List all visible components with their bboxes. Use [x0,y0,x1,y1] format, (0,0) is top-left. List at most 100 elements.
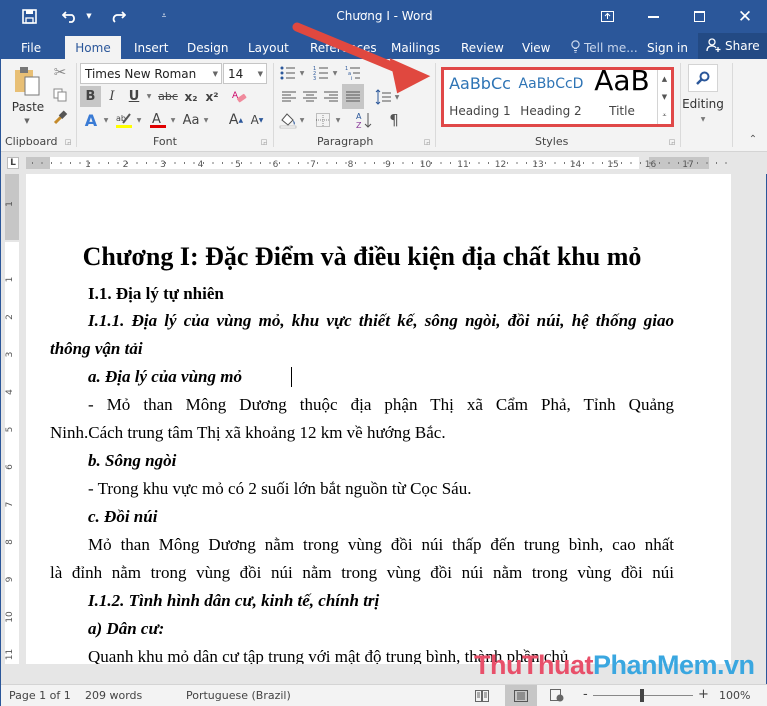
shrink-font-button[interactable]: A ▼ [248,109,266,131]
tab-design[interactable]: Design [177,36,238,59]
superscript-button[interactable]: x² [203,86,221,107]
line-spacing-icon[interactable] [374,87,392,107]
font-size-combo[interactable]: 14 ▼ [223,63,267,84]
text-effects-dropdown-icon[interactable]: ▼ [102,109,110,131]
gallery-scroll-down-icon[interactable]: ▼ [657,88,671,106]
change-case-dropdown-icon[interactable]: ▼ [202,109,210,131]
font-color-icon[interactable]: A [148,109,168,131]
align-center-icon[interactable] [301,87,319,107]
zoom-out-button[interactable]: - [583,687,588,702]
borders-icon[interactable] [313,110,333,130]
align-right-icon[interactable] [322,87,340,107]
editing-dropdown-icon[interactable]: ▼ [698,114,708,124]
cut-icon[interactable]: ✂ [51,63,69,81]
share-button[interactable]: Share [698,33,767,59]
styles-launcher-icon[interactable]: ◲ [667,137,677,147]
minimize-icon[interactable] [630,0,676,33]
numbering-icon[interactable]: 123 [311,63,331,83]
language-indicator[interactable]: Portuguese (Brazil) [186,689,291,702]
gallery-scroll-up-icon[interactable]: ▲ [657,70,671,88]
copy-icon[interactable] [51,86,69,104]
align-left-icon[interactable] [280,87,298,107]
ribbon-display-options-icon[interactable] [584,0,630,33]
underline-dropdown-icon[interactable]: ▼ [144,86,154,107]
ruler-tick [526,162,527,164]
shading-icon[interactable] [278,110,298,130]
web-layout-icon[interactable] [548,687,566,704]
tab-selector-icon[interactable]: L [7,157,19,169]
customize-qat-icon[interactable]: ⩡ [157,5,171,27]
horizontal-ruler[interactable]: 1 2 3 4 5 6 7 8 9 10 11 12 13 14 15 16 17 [26,157,746,173]
borders-dropdown-icon[interactable]: ▼ [334,110,342,130]
collapse-ribbon-icon[interactable]: ⌃ [746,133,760,145]
change-case-button[interactable]: Aa [181,109,201,131]
italic-button[interactable]: I [103,86,121,107]
format-painter-icon[interactable] [51,108,69,126]
shading-dropdown-icon[interactable]: ▼ [298,110,306,130]
paste-button[interactable]: Paste [11,100,45,114]
zoom-level[interactable]: 100% [719,689,750,702]
clear-formatting-icon[interactable]: A [229,86,249,107]
style-heading-1[interactable]: AaBbCc Heading 1 [446,70,514,124]
document-line: là đỉnh nằm trong vùng đồi núi nằm trong… [50,563,674,582]
multilevel-list-icon[interactable]: 1ai [343,63,363,83]
tab-layout[interactable]: Layout [238,36,299,59]
underline-button[interactable]: U [125,86,143,107]
clipboard-launcher-icon[interactable]: ◲ [63,137,73,147]
gallery-more-icon[interactable]: ⩡ [657,106,671,124]
ruler-tick [184,162,185,164]
tab-home[interactable]: Home [65,36,121,59]
tab-file[interactable]: File [11,36,51,59]
paste-icon[interactable] [11,63,45,99]
bullets-icon[interactable] [278,63,298,83]
word-count[interactable]: 209 words [85,689,142,702]
paragraph-launcher-icon[interactable]: ◲ [422,137,432,147]
justify-icon[interactable] [342,84,364,109]
tab-mailings[interactable]: Mailings [381,36,450,59]
font-name-combo[interactable]: Times New Roman ▼ [80,63,222,84]
zoom-slider-thumb[interactable] [640,689,644,702]
grow-font-button[interactable]: A ▲ [227,109,245,131]
font-group-label: Font [153,135,177,148]
bullets-dropdown-icon[interactable]: ▼ [298,63,306,83]
undo-dropdown-icon[interactable]: ▼ [83,5,95,27]
print-layout-icon[interactable] [505,685,537,706]
text-effects-icon[interactable]: A [81,109,101,131]
highlight-color-icon[interactable]: ab [114,109,134,131]
numbering-dropdown-icon[interactable]: ▼ [331,63,339,83]
style-title[interactable]: AaB Title [588,64,656,124]
ruler-tick-label: 7 [5,502,15,508]
editing-button[interactable]: Editing [682,97,724,111]
page-count[interactable]: Page 1 of 1 [9,689,71,702]
strikethrough-button[interactable]: abc [157,86,179,107]
redo-icon[interactable] [107,5,129,27]
paste-dropdown-icon[interactable]: ▼ [20,116,34,126]
style-heading-2[interactable]: AaBbCcD Heading 2 [516,70,586,124]
show-formatting-marks-icon[interactable]: ¶ [385,110,403,130]
font-launcher-icon[interactable]: ◲ [259,137,269,147]
maximize-icon[interactable] [676,0,722,33]
save-icon[interactable] [17,5,41,27]
tab-view[interactable]: View [512,36,560,59]
tell-me-box[interactable]: Tell me... [561,36,648,59]
line-spacing-dropdown-icon[interactable]: ▼ [393,87,401,107]
find-icon[interactable] [688,64,718,92]
ruler-tick [279,162,280,164]
document-page[interactable]: Chương I: Đặc Điểm và điều kiện địa chất… [26,174,731,664]
sort-icon[interactable]: AZ [354,110,374,130]
tab-insert[interactable]: Insert [124,36,178,59]
subscript-button[interactable]: x₂ [182,86,200,107]
read-mode-icon[interactable] [473,687,491,704]
chevron-down-icon: ▼ [257,69,263,78]
zoom-in-button[interactable]: + [698,687,709,702]
sign-in-link[interactable]: Sign in [637,36,698,59]
close-icon[interactable]: ✕ [722,0,767,33]
ruler-tick [725,162,727,164]
vertical-ruler[interactable]: 11234567891011 [5,174,19,664]
tab-review[interactable]: Review [451,36,514,59]
undo-icon[interactable] [59,5,81,27]
tab-references[interactable]: References [300,36,387,59]
bold-button[interactable]: B [80,86,101,107]
font-color-dropdown-icon[interactable]: ▼ [169,109,177,131]
highlight-dropdown-icon[interactable]: ▼ [135,109,143,131]
